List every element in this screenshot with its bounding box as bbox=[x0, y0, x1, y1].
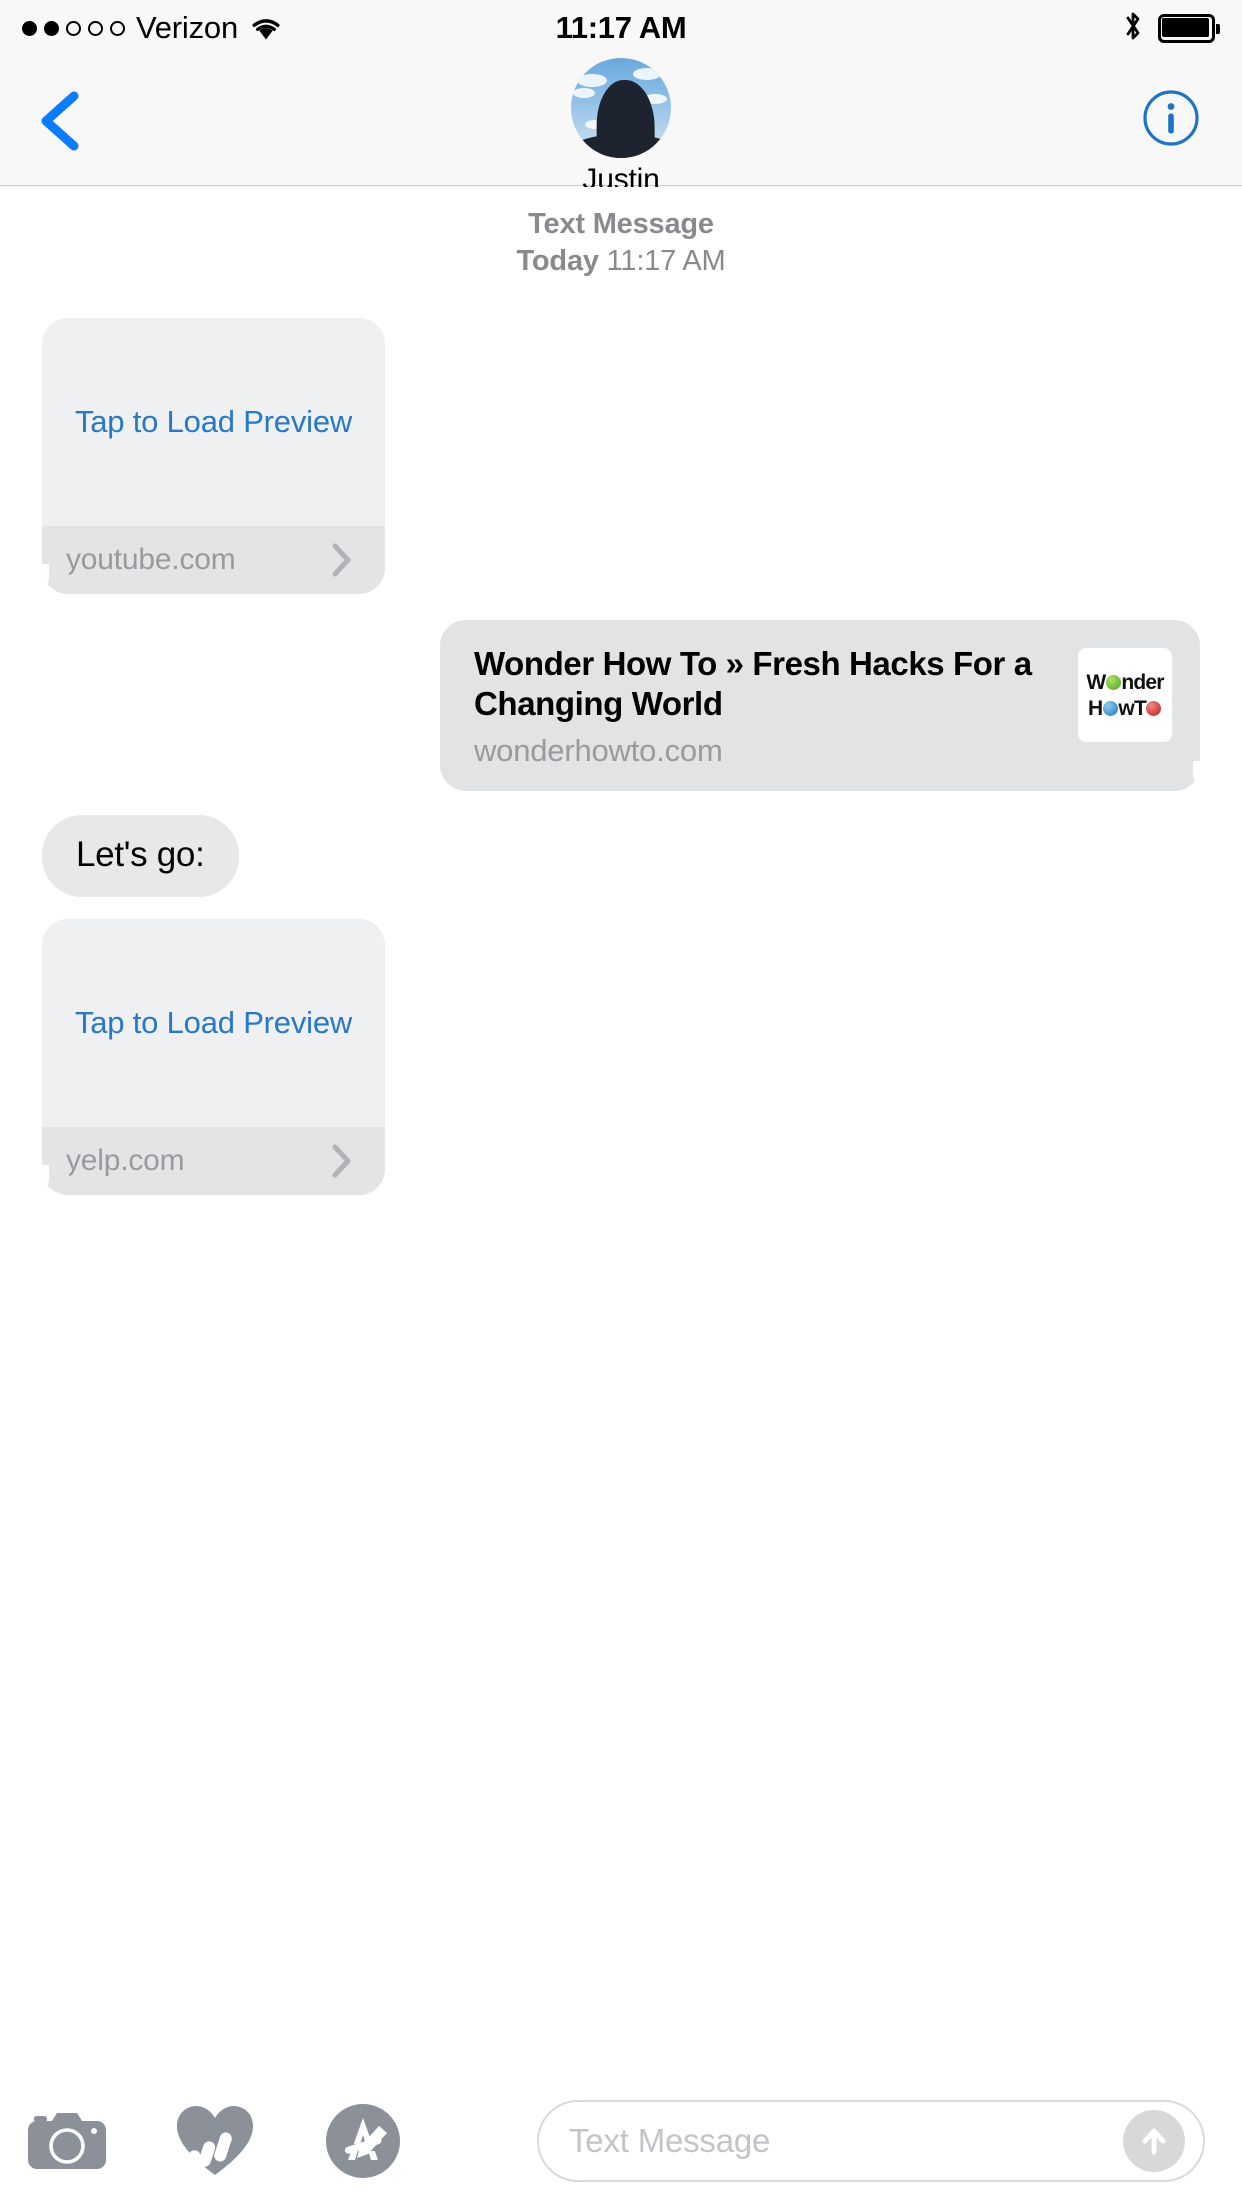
status-bar-clock: 11:17 AM bbox=[555, 10, 687, 45]
status-bar: Verizon 11:17 AM bbox=[0, 0, 1242, 56]
link-preview-footer[interactable]: yelp.com bbox=[42, 1126, 385, 1195]
logo-word-h: H bbox=[1088, 696, 1103, 720]
camera-icon[interactable] bbox=[24, 2098, 110, 2184]
tap-to-load-preview-label[interactable]: Tap to Load Preview bbox=[75, 404, 352, 440]
timestamp-time: 11:17 AM bbox=[606, 245, 726, 278]
rich-link-title: Wonder How To » Fresh Hacks For a Changi… bbox=[474, 645, 1032, 723]
message-row: Tap to Load Preview youtube.com bbox=[0, 318, 1242, 595]
logo-line-2: H wT bbox=[1088, 698, 1162, 719]
message-row: Tap to Load Preview yelp.com bbox=[0, 918, 1242, 1195]
rich-link-text: Wonder How To » Fresh Hacks For a Changi… bbox=[474, 644, 1058, 769]
contact-header[interactable]: Justin bbox=[0, 56, 1242, 197]
bubble-tail-left bbox=[42, 1161, 69, 1195]
logo-word-nder: nder bbox=[1121, 670, 1164, 694]
logo-ball-blue bbox=[1102, 700, 1118, 716]
wonderhowto-logo-icon: W nder H wT bbox=[1078, 648, 1172, 743]
message-composer-toolbar: Text Message bbox=[0, 2074, 1242, 2208]
message-row: Let's go: bbox=[0, 814, 1242, 897]
message-row: Wonder How To » Fresh Hacks For a Changi… bbox=[0, 620, 1242, 791]
link-domain-label: youtube.com bbox=[66, 543, 236, 577]
send-button[interactable] bbox=[1123, 2110, 1185, 2172]
info-circle-icon[interactable] bbox=[1142, 89, 1200, 147]
text-bubble-lets-go[interactable]: Let's go: bbox=[42, 814, 239, 897]
conversation-timestamp: Text Message Today 11:17 AM bbox=[0, 206, 1242, 280]
bubble-tail-left bbox=[42, 560, 69, 595]
link-preview-bubble-youtube[interactable]: Tap to Load Preview youtube.com bbox=[42, 318, 385, 595]
link-preview-body[interactable]: Tap to Load Preview bbox=[42, 318, 385, 527]
message-text: Let's go: bbox=[76, 834, 205, 874]
timestamp-datetime: Today 11:17 AM bbox=[0, 243, 1242, 280]
status-bar-right bbox=[1122, 9, 1220, 48]
bubble-tail-right bbox=[1173, 757, 1211, 791]
chevron-right-icon[interactable] bbox=[331, 1143, 353, 1179]
message-input-field[interactable]: Text Message bbox=[537, 2100, 1205, 2182]
link-preview-footer[interactable]: youtube.com bbox=[42, 526, 385, 595]
imessage-apps-icon[interactable] bbox=[320, 2098, 406, 2184]
messages-screen: Verizon 11:17 AM Justin Text Message Tod… bbox=[0, 0, 1242, 2208]
rich-link-domain: wonderhowto.com bbox=[474, 732, 723, 768]
chevron-right-icon[interactable] bbox=[331, 542, 353, 578]
battery-icon bbox=[1158, 13, 1220, 43]
rich-link-bubble-wonderhowto[interactable]: Wonder How To » Fresh Hacks For a Changi… bbox=[440, 620, 1211, 791]
tap-to-load-preview-label[interactable]: Tap to Load Preview bbox=[75, 1005, 352, 1041]
logo-ball-green bbox=[1105, 674, 1121, 690]
link-preview-body[interactable]: Tap to Load Preview bbox=[42, 918, 385, 1127]
bluetooth-icon bbox=[1122, 9, 1144, 48]
link-preview-bubble-yelp[interactable]: Tap to Load Preview yelp.com bbox=[42, 918, 385, 1195]
avatar[interactable] bbox=[571, 58, 671, 158]
logo-word-wt: wT bbox=[1118, 696, 1146, 720]
logo-word-w: W bbox=[1086, 670, 1106, 694]
logo-ball-red bbox=[1146, 700, 1162, 716]
timestamp-day: Today bbox=[516, 245, 599, 278]
navigation-bar: Justin bbox=[0, 56, 1242, 196]
digital-touch-heart-icon[interactable] bbox=[172, 2098, 258, 2184]
logo-line-1: W nder bbox=[1086, 670, 1164, 694]
timestamp-service: Text Message bbox=[528, 208, 714, 240]
message-list[interactable]: Text Message Today 11:17 AM Tap to Load … bbox=[0, 187, 1242, 2074]
link-domain-label: yelp.com bbox=[66, 1143, 185, 1177]
message-input-placeholder[interactable]: Text Message bbox=[569, 2122, 1123, 2160]
